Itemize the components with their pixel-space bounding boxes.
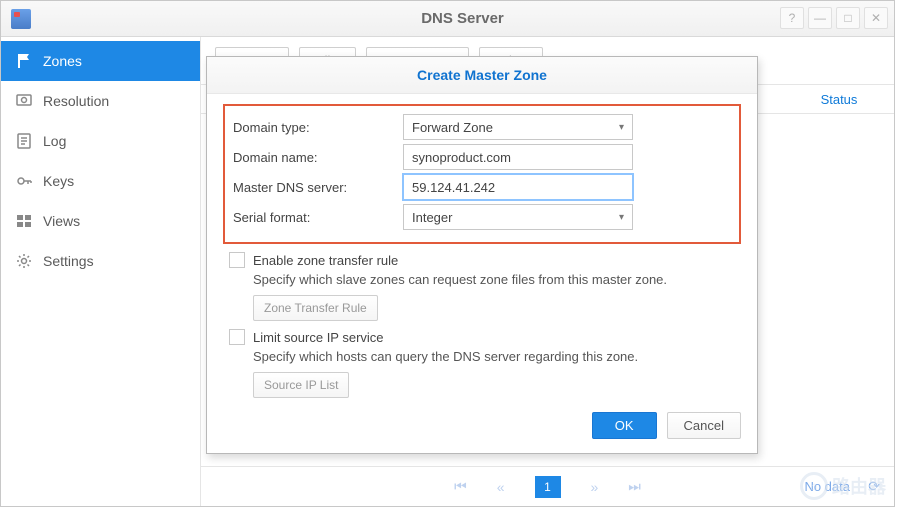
sidebar-item-label: Settings — [43, 253, 94, 269]
sidebar-item-label: Resolution — [43, 93, 109, 109]
serial-format-label: Serial format: — [233, 210, 403, 225]
flag-icon — [15, 52, 33, 70]
domain-type-select[interactable]: Forward Zone ▾ — [403, 114, 633, 140]
domain-name-label: Domain name: — [233, 150, 403, 165]
sidebar-item-resolution[interactable]: Resolution — [1, 81, 200, 121]
zone-transfer-desc: Specify which slave zones can request zo… — [253, 272, 741, 287]
sidebar-item-label: Keys — [43, 173, 74, 189]
minimize-button[interactable]: — — [808, 7, 832, 29]
dialog-footer: OK Cancel — [207, 402, 757, 453]
zone-transfer-rule-button[interactable]: Zone Transfer Rule — [253, 295, 378, 321]
pager-first-icon[interactable]: ⏮ — [454, 478, 467, 495]
source-ip-list-button[interactable]: Source IP List — [253, 372, 349, 398]
sidebar-item-label: Zones — [43, 53, 82, 69]
sidebar-item-zones[interactable]: Zones — [1, 41, 200, 81]
sidebar-item-label: Views — [43, 213, 80, 229]
app-icon — [11, 9, 31, 29]
log-icon — [15, 132, 33, 150]
cancel-button[interactable]: Cancel — [667, 412, 741, 439]
app-window: DNS Server ? — □ ✕ Zones Resolution — [0, 0, 895, 507]
resolution-icon — [15, 92, 33, 110]
sidebar: Zones Resolution Log Keys — [1, 37, 201, 506]
master-dns-label: Master DNS server: — [233, 180, 403, 195]
enable-zone-transfer-checkbox[interactable] — [229, 252, 245, 268]
sidebar-item-settings[interactable]: Settings — [1, 241, 200, 281]
enable-zone-transfer-label: Enable zone transfer rule — [253, 253, 398, 268]
pager-next-icon[interactable]: » — [591, 479, 599, 495]
pager-prev-icon[interactable]: « — [497, 479, 505, 495]
titlebar: DNS Server ? — □ ✕ — [1, 1, 894, 37]
sidebar-item-keys[interactable]: Keys — [1, 161, 200, 201]
limit-source-ip-label: Limit source IP service — [253, 330, 384, 345]
views-icon — [15, 212, 33, 230]
chevron-down-icon: ▾ — [619, 122, 624, 133]
domain-type-label: Domain type: — [233, 120, 403, 135]
sidebar-item-label: Log — [43, 133, 66, 149]
maximize-button[interactable]: □ — [836, 7, 860, 29]
close-button[interactable]: ✕ — [864, 7, 888, 29]
gear-icon — [15, 252, 33, 270]
chevron-down-icon: ▾ — [619, 212, 624, 223]
pager-last-icon[interactable]: ⏭ — [628, 478, 641, 495]
window-controls: ? — □ ✕ — [780, 7, 888, 29]
column-header-status[interactable]: Status — [784, 92, 894, 107]
highlighted-region: Domain type: Forward Zone ▾ Domain name:… — [223, 104, 741, 244]
limit-source-ip-desc: Specify which hosts can query the DNS se… — [253, 349, 741, 364]
ok-button[interactable]: OK — [592, 412, 657, 439]
key-icon — [15, 172, 33, 190]
sidebar-item-log[interactable]: Log — [1, 121, 200, 161]
pager-no-data: No data — [804, 479, 850, 494]
dialog-body: Domain type: Forward Zone ▾ Domain name:… — [207, 94, 757, 402]
pager-current: 1 — [535, 476, 561, 498]
create-master-zone-dialog: Create Master Zone Domain type: Forward … — [206, 56, 758, 454]
domain-name-input[interactable] — [403, 144, 633, 170]
sidebar-item-views[interactable]: Views — [1, 201, 200, 241]
dialog-title: Create Master Zone — [207, 57, 757, 94]
pager: ⏮ « 1 » ⏭ No data ⟳ — [201, 466, 894, 506]
limit-source-ip-checkbox[interactable] — [229, 329, 245, 345]
serial-format-select[interactable]: Integer ▾ — [403, 204, 633, 230]
refresh-icon[interactable]: ⟳ — [868, 478, 880, 495]
help-button[interactable]: ? — [780, 7, 804, 29]
window-title: DNS Server — [31, 10, 894, 27]
master-dns-input[interactable] — [403, 174, 633, 200]
